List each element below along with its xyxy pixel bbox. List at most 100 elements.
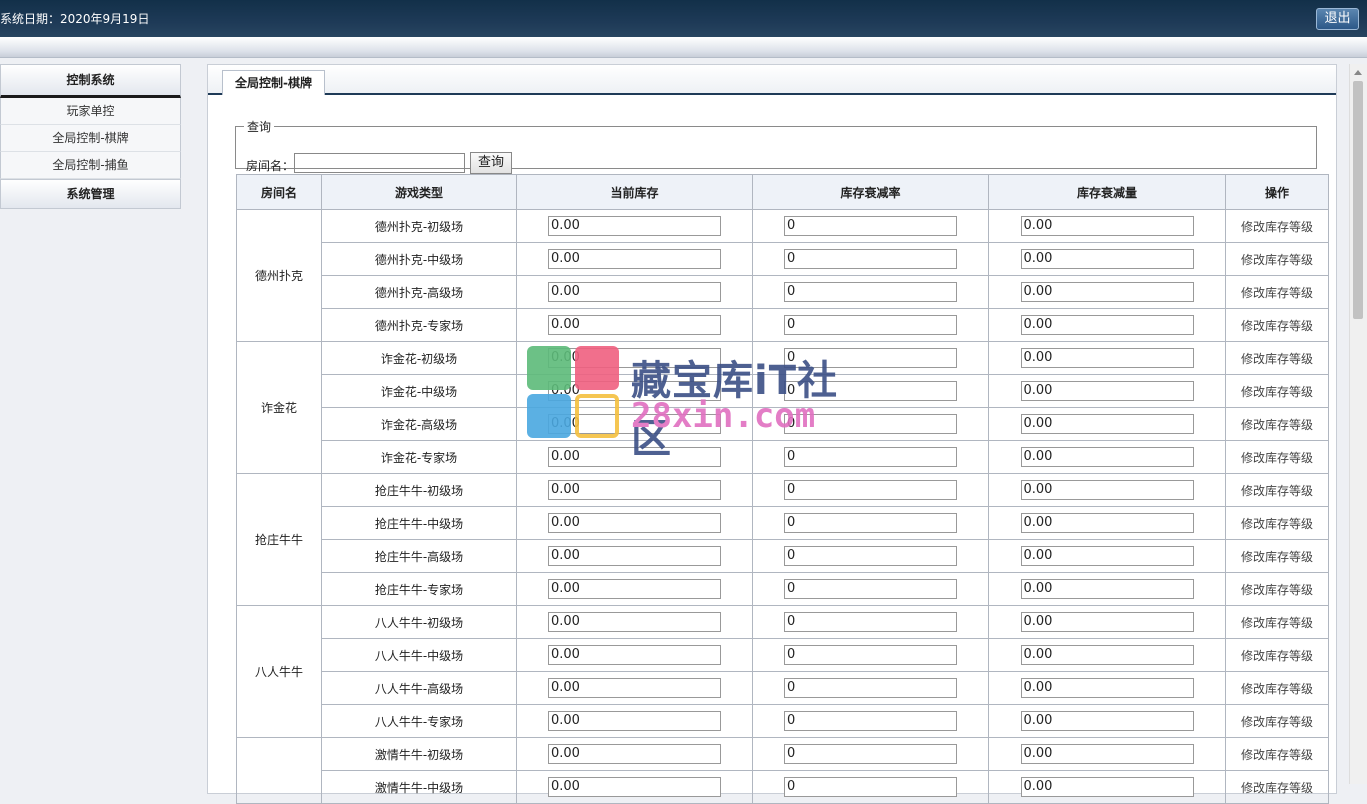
amount-input[interactable]: 0.00 [1020, 348, 1194, 368]
amount-input[interactable]: 0.00 [1020, 579, 1194, 599]
table-row: 德州扑克-中级场 0.00 0 0.00 修改库存等级 [237, 242, 1329, 276]
amount-input[interactable]: 0.00 [1020, 414, 1194, 434]
rate-cell: 0 [752, 440, 989, 474]
amount-cell: 0.00 [988, 374, 1226, 408]
game-type-cell: 八人牛牛-初级场 [321, 605, 517, 639]
stock-input[interactable]: 0.00 [548, 282, 721, 302]
rate-input[interactable]: 0 [784, 612, 957, 632]
rate-input[interactable]: 0 [784, 282, 957, 302]
rate-input[interactable]: 0 [784, 414, 957, 434]
stock-cell: 0.00 [516, 770, 753, 804]
stock-input[interactable]: 0.00 [548, 744, 721, 764]
rate-input[interactable]: 0 [784, 513, 957, 533]
rate-cell: 0 [752, 341, 989, 375]
modify-stock-level-link[interactable]: 修改库存等级 [1225, 638, 1329, 672]
rate-input[interactable]: 0 [784, 447, 957, 467]
scroll-up-icon[interactable] [1354, 70, 1362, 75]
stock-input[interactable]: 0.00 [548, 414, 721, 434]
amount-input[interactable]: 0.00 [1020, 678, 1194, 698]
sidebar-item-global-chess[interactable]: 全局控制-棋牌 [0, 125, 181, 152]
table-row: 抢庄牛牛-高级场 0.00 0 0.00 修改库存等级 [237, 539, 1329, 573]
amount-input[interactable]: 0.00 [1020, 480, 1194, 500]
modify-stock-level-link[interactable]: 修改库存等级 [1225, 308, 1329, 342]
amount-input[interactable]: 0.00 [1020, 711, 1194, 731]
modify-stock-level-link[interactable]: 修改库存等级 [1225, 704, 1329, 738]
stock-input[interactable]: 0.00 [548, 612, 721, 632]
logout-button[interactable]: 退出 [1316, 8, 1359, 30]
modify-stock-level-link[interactable]: 修改库存等级 [1225, 440, 1329, 474]
amount-input[interactable]: 0.00 [1020, 315, 1194, 335]
rate-input[interactable]: 0 [784, 579, 957, 599]
amount-input[interactable]: 0.00 [1020, 447, 1194, 467]
vertical-scrollbar[interactable] [1349, 64, 1367, 784]
stock-cell: 0.00 [516, 638, 753, 672]
amount-input[interactable]: 0.00 [1020, 744, 1194, 764]
amount-input[interactable]: 0.00 [1020, 216, 1194, 236]
amount-input[interactable]: 0.00 [1020, 546, 1194, 566]
amount-input[interactable]: 0.00 [1020, 282, 1194, 302]
modify-stock-level-link[interactable]: 修改库存等级 [1225, 473, 1329, 507]
modify-stock-level-link[interactable]: 修改库存等级 [1225, 605, 1329, 639]
sidebar-section-control[interactable]: 控制系统 [0, 64, 181, 98]
modify-stock-level-link[interactable]: 修改库存等级 [1225, 275, 1329, 309]
modify-stock-level-link[interactable]: 修改库存等级 [1225, 506, 1329, 540]
rate-input[interactable]: 0 [784, 381, 957, 401]
rate-input[interactable]: 0 [784, 480, 957, 500]
modify-stock-level-link[interactable]: 修改库存等级 [1225, 242, 1329, 276]
amount-input[interactable]: 0.00 [1020, 249, 1194, 269]
modify-stock-level-link[interactable]: 修改库存等级 [1225, 374, 1329, 408]
sidebar-item-player-control[interactable]: 玩家单控 [0, 98, 181, 125]
rate-input[interactable]: 0 [784, 315, 957, 335]
amount-cell: 0.00 [988, 341, 1226, 375]
rate-input[interactable]: 0 [784, 249, 957, 269]
modify-stock-level-link[interactable]: 修改库存等级 [1225, 572, 1329, 606]
scroll-thumb[interactable] [1353, 81, 1363, 319]
amount-input[interactable]: 0.00 [1020, 645, 1194, 665]
modify-stock-level-link[interactable]: 修改库存等级 [1225, 407, 1329, 441]
rate-input[interactable]: 0 [784, 777, 957, 797]
amount-input[interactable]: 0.00 [1020, 777, 1194, 797]
modify-stock-level-link[interactable]: 修改库存等级 [1225, 737, 1329, 771]
rate-input[interactable]: 0 [784, 744, 957, 764]
stock-input[interactable]: 0.00 [548, 381, 721, 401]
tab-strip: 全局控制-棋牌 [208, 65, 1336, 95]
amount-input[interactable]: 0.00 [1020, 513, 1194, 533]
query-button[interactable]: 查询 [470, 152, 512, 174]
rate-input[interactable]: 0 [784, 711, 957, 731]
amount-cell: 0.00 [988, 539, 1226, 573]
stock-cell: 0.00 [516, 506, 753, 540]
sidebar-item-global-fishing[interactable]: 全局控制-捕鱼 [0, 152, 181, 179]
sidebar-section-system[interactable]: 系统管理 [0, 179, 181, 209]
stock-input[interactable]: 0.00 [548, 777, 721, 797]
amount-input[interactable]: 0.00 [1020, 381, 1194, 401]
stock-input[interactable]: 0.00 [548, 315, 721, 335]
stock-input[interactable]: 0.00 [548, 480, 721, 500]
table-row: 诈金花 诈金花-初级场 0.00 0 0.00 修改库存等级 [236, 341, 1329, 474]
modify-stock-level-link[interactable]: 修改库存等级 [1225, 770, 1329, 804]
rate-input[interactable]: 0 [784, 645, 957, 665]
modify-stock-level-link[interactable]: 修改库存等级 [1225, 671, 1329, 705]
stock-input[interactable]: 0.00 [548, 249, 721, 269]
stock-input[interactable]: 0.00 [548, 645, 721, 665]
tab-global-chess[interactable]: 全局控制-棋牌 [222, 70, 325, 95]
stock-input[interactable]: 0.00 [548, 546, 721, 566]
stock-input[interactable]: 0.00 [548, 348, 721, 368]
stock-input[interactable]: 0.00 [548, 513, 721, 533]
stock-input[interactable]: 0.00 [548, 711, 721, 731]
stock-input[interactable]: 0.00 [548, 216, 721, 236]
rate-input[interactable]: 0 [784, 678, 957, 698]
modify-stock-level-link[interactable]: 修改库存等级 [1225, 341, 1329, 375]
rate-input[interactable]: 0 [784, 216, 957, 236]
stock-input[interactable]: 0.00 [548, 579, 721, 599]
stock-input[interactable]: 0.00 [548, 678, 721, 698]
rate-input[interactable]: 0 [784, 348, 957, 368]
amount-cell: 0.00 [988, 407, 1226, 441]
stock-input[interactable]: 0.00 [548, 447, 721, 467]
modify-stock-level-link[interactable]: 修改库存等级 [1225, 209, 1329, 243]
amount-cell: 0.00 [988, 242, 1226, 276]
top-bar: 系统日期：2020年9月19日 退出 [0, 0, 1367, 37]
modify-stock-level-link[interactable]: 修改库存等级 [1225, 539, 1329, 573]
rate-input[interactable]: 0 [784, 546, 957, 566]
amount-input[interactable]: 0.00 [1020, 612, 1194, 632]
room-name-input[interactable] [294, 153, 465, 173]
